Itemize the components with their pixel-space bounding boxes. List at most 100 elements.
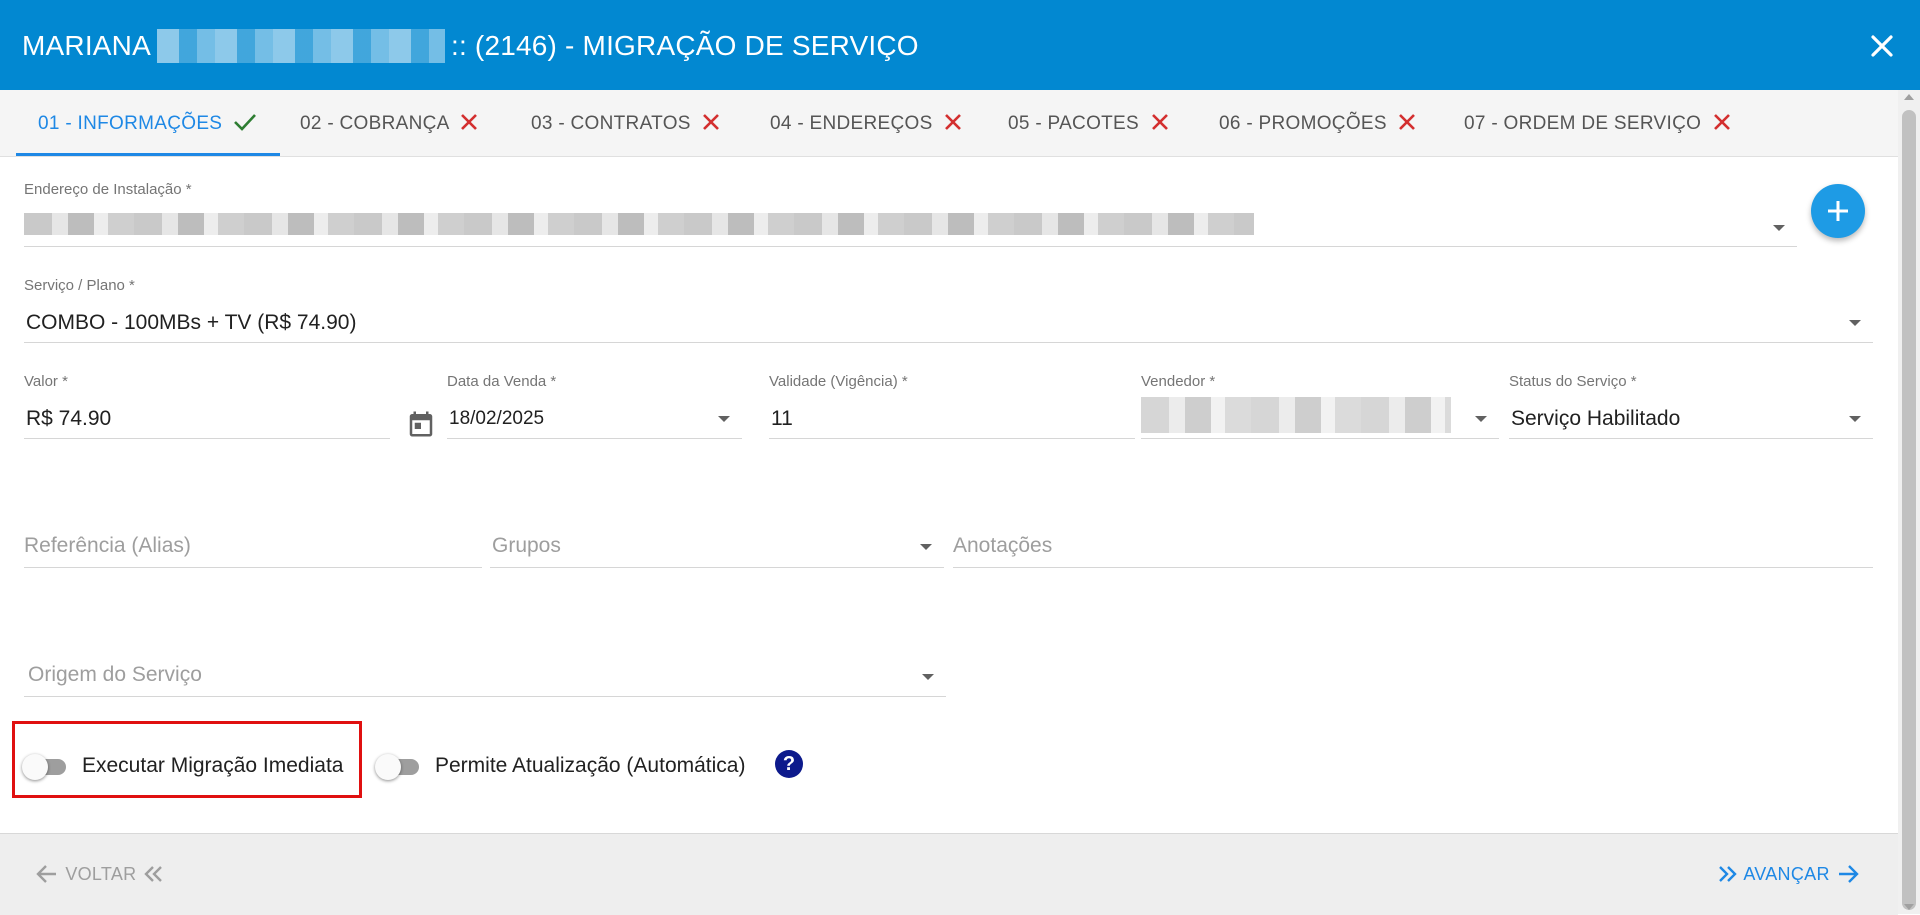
wizard-tabs: 01 - INFORMAÇÕES 02 - COBRANÇA 03 - CONT… (0, 90, 1898, 157)
toggle-knob (22, 754, 48, 780)
chevron-down-icon (1475, 416, 1487, 422)
double-chevron-right-icon (1719, 865, 1737, 882)
grupos-placeholder: Grupos (492, 534, 561, 557)
x-icon (461, 114, 478, 131)
close-icon (1871, 35, 1893, 57)
tab-label: 04 - ENDEREÇOS (770, 113, 933, 134)
servico-plano-select[interactable]: Serviço / Plano * COMBO - 100MBs + TV (R… (24, 277, 1873, 343)
data-venda-select[interactable]: Data da Venda * 18/02/2025 (447, 373, 742, 439)
double-chevron-left-icon (144, 865, 162, 882)
field-underline (24, 246, 1797, 247)
origem-placeholder: Origem do Serviço (28, 663, 202, 686)
grupos-select[interactable]: Grupos (490, 530, 944, 568)
executar-migracao-label[interactable]: Executar Migração Imediata (82, 754, 343, 778)
redacted-address-value (24, 213, 1254, 235)
scroll-down-icon[interactable] (1904, 904, 1914, 910)
calendar-icon[interactable] (406, 409, 436, 439)
scroll-up-icon[interactable] (1904, 94, 1914, 100)
servico-value: COMBO - 100MBs + TV (R$ 74.90) (26, 311, 357, 334)
redacted-customer-surname (156, 28, 445, 63)
plus-icon (1828, 201, 1848, 221)
valor-label: Valor * (24, 373, 68, 390)
close-button[interactable] (1862, 26, 1902, 66)
validade-label: Validade (Vigência) * (769, 373, 908, 390)
x-icon (1151, 114, 1168, 131)
tab-cobranca[interactable]: 02 - COBRANÇA (300, 90, 480, 156)
validade-input[interactable]: Validade (Vigência) * 11 (769, 373, 1135, 439)
dialog-footer: VOLTAR AVANÇAR (0, 833, 1898, 915)
avancar-button[interactable]: AVANÇAR (1717, 834, 1861, 915)
tab-label: 01 - INFORMAÇÕES (38, 113, 223, 134)
data-venda-value: 18/02/2025 (449, 408, 545, 429)
field-underline (1141, 438, 1499, 439)
scrollbar-thumb[interactable] (1902, 110, 1916, 910)
tab-promocoes[interactable]: 06 - PROMOÇÕES (1219, 90, 1418, 156)
x-icon (1713, 114, 1730, 131)
arrow-right-icon (1839, 864, 1859, 883)
chevron-down-icon (920, 544, 932, 550)
field-underline (769, 438, 1135, 439)
scrollbar[interactable] (1898, 90, 1920, 914)
dialog-title: MARIANA:: (2146) - MIGRAÇÃO DE SERVIÇO (22, 0, 919, 90)
active-tab-indicator (16, 153, 280, 156)
x-icon (1399, 114, 1416, 131)
referencia-input[interactable]: Referência (Alias) (24, 530, 482, 568)
x-icon (945, 114, 962, 131)
tab-ordem-de-servico[interactable]: 07 - ORDEM DE SERVIÇO (1464, 90, 1733, 156)
tab-label: 06 - PROMOÇÕES (1219, 113, 1387, 134)
chevron-down-icon (922, 674, 934, 680)
anotacoes-placeholder: Anotações (953, 534, 1053, 557)
referencia-placeholder: Referência (Alias) (24, 534, 191, 557)
dialog-header: MARIANA:: (2146) - MIGRAÇÃO DE SERVIÇO (0, 0, 1920, 90)
voltar-button[interactable]: VOLTAR (34, 834, 164, 915)
permite-atualizacao-label[interactable]: Permite Atualização (Automática) (435, 754, 745, 778)
tab-label: 02 - COBRANÇA (300, 113, 449, 134)
add-address-button[interactable] (1811, 184, 1865, 238)
vendedor-label: Vendedor * (1141, 373, 1216, 390)
title-customer-name: MARIANA (22, 30, 151, 61)
chevron-down-icon (1849, 416, 1861, 422)
field-underline (1509, 438, 1873, 439)
toggle-knob (375, 754, 401, 780)
field-underline (24, 342, 1873, 343)
tab-label: 03 - CONTRATOS (531, 113, 691, 134)
chevron-down-icon (1773, 225, 1785, 231)
executar-migracao-toggle[interactable] (22, 754, 68, 780)
data-venda-label: Data da Venda * (447, 373, 557, 390)
tab-label: 07 - ORDEM DE SERVIÇO (1464, 113, 1702, 134)
endereco-instalacao-select[interactable]: Endereço de Instalação * (24, 181, 1797, 247)
avancar-label: AVANÇAR (1743, 864, 1830, 884)
valor-value: R$ 74.90 (26, 407, 112, 430)
x-icon (703, 114, 720, 131)
chevron-down-icon (1849, 320, 1861, 326)
field-underline (24, 438, 390, 439)
validade-value: 11 (771, 407, 793, 430)
question-icon[interactable]: ? (775, 750, 803, 778)
field-underline (953, 567, 1873, 568)
chevron-down-icon (718, 416, 730, 422)
status-servico-select[interactable]: Status do Serviço * Serviço Habilitado (1509, 373, 1873, 439)
redacted-vendedor-value (1141, 397, 1451, 433)
status-label: Status do Serviço * (1509, 373, 1637, 390)
tab-pacotes[interactable]: 05 - PACOTES (1008, 90, 1171, 156)
check-icon (233, 114, 256, 132)
title-service: :: (2146) - MIGRAÇÃO DE SERVIÇO (450, 30, 919, 61)
field-underline (24, 567, 482, 568)
tab-label: 05 - PACOTES (1008, 113, 1140, 134)
valor-input[interactable]: Valor * R$ 74.90 (24, 373, 390, 439)
field-underline (490, 567, 944, 568)
arrow-left-icon (36, 864, 56, 883)
tab-informacoes[interactable]: 01 - INFORMAÇÕES (16, 90, 280, 156)
tab-contratos[interactable]: 03 - CONTRATOS (531, 90, 722, 156)
servico-label: Serviço / Plano * (24, 277, 135, 294)
endereco-label: Endereço de Instalação * (24, 181, 192, 198)
field-underline (24, 696, 946, 697)
status-value: Serviço Habilitado (1511, 407, 1681, 430)
tab-enderecos[interactable]: 04 - ENDEREÇOS (770, 90, 964, 156)
field-underline (447, 438, 742, 439)
voltar-label: VOLTAR (65, 864, 137, 884)
anotacoes-input[interactable]: Anotações (953, 530, 1873, 568)
origem-servico-select[interactable]: Origem do Serviço (24, 659, 946, 697)
vendedor-select[interactable]: Vendedor * (1141, 373, 1499, 439)
permite-atualizacao-toggle[interactable] (375, 754, 421, 780)
